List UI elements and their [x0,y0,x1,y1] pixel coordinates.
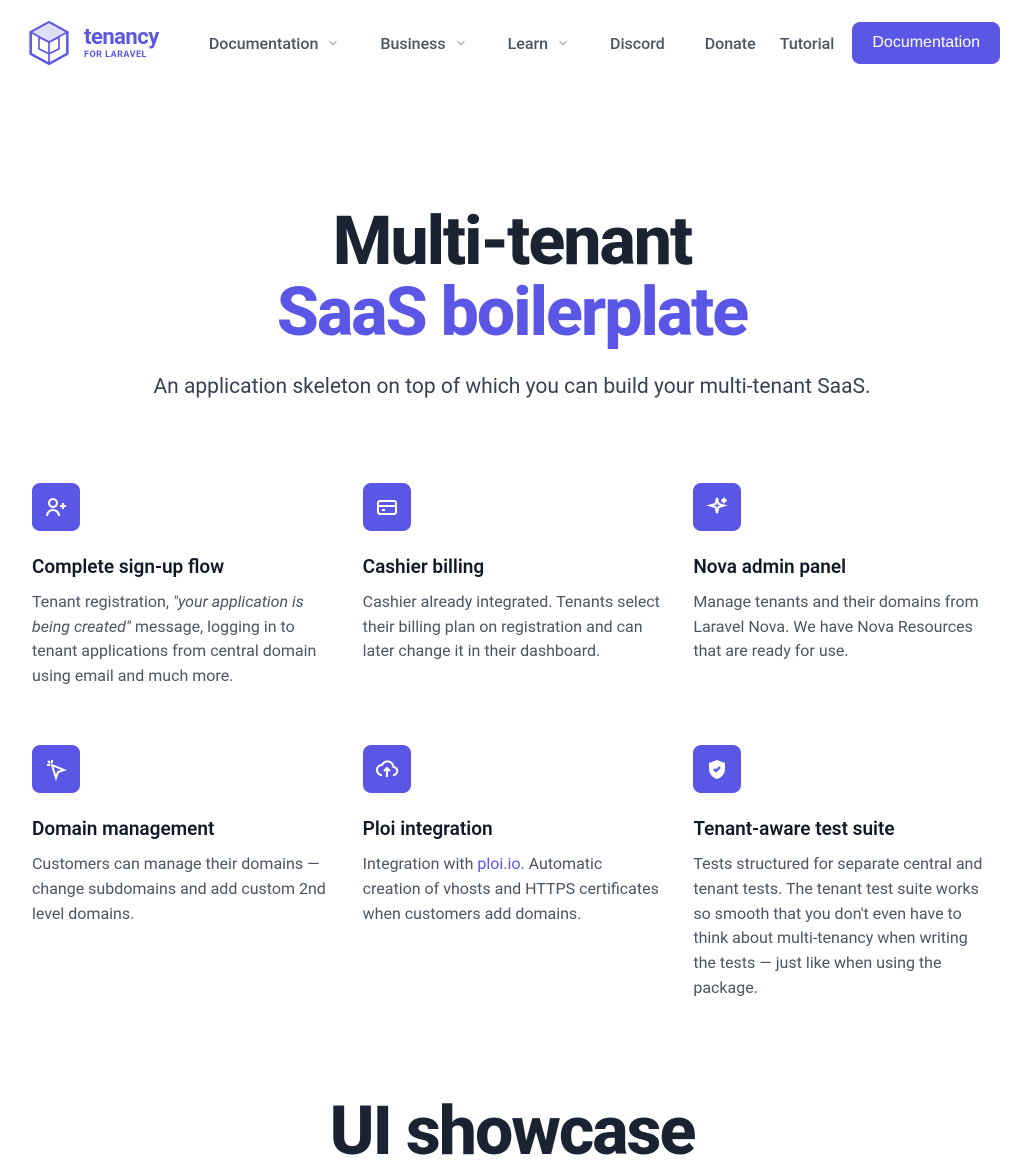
logo-subtitle: FOR LARAVEL [84,51,159,60]
feature-title: Nova admin panel [693,555,992,578]
chevron-down-icon [326,36,340,50]
showcase-section: UI showcase [0,1041,1024,1171]
nav-donate[interactable]: Donate [705,34,756,53]
feature-title: Complete sign-up flow [32,555,331,578]
logo[interactable]: tenancy FOR LARAVEL [24,18,159,68]
hero-subtitle: An application skeleton on top of which … [40,375,984,399]
nav-label: Documentation [209,34,319,53]
nav-documentation[interactable]: Documentation [209,34,341,53]
feature-title: Tenant-aware test suite [693,817,992,840]
showcase-title: UI showcase [0,1091,1024,1171]
credit-card-icon [363,483,411,531]
hero-title-line2: SaaS boilerplate [277,272,747,352]
nav-label: Discord [610,34,665,53]
user-plus-icon [32,483,80,531]
nav-business[interactable]: Business [380,34,467,53]
nav-learn[interactable]: Learn [508,34,570,53]
feature-title: Ploi integration [363,817,662,840]
ploi-link[interactable]: ploi.io [477,854,520,873]
nav-label: Donate [705,34,756,53]
cloud-upload-icon [363,745,411,793]
feature-signup: Complete sign-up flow Tenant registratio… [32,483,331,689]
feature-title: Cashier billing [363,555,662,578]
feature-ploi: Ploi integration Integration with ploi.i… [363,745,662,1001]
hero-title-line1: Multi-tenant [333,201,692,281]
logo-text: tenancy FOR LARAVEL [84,27,159,60]
features-grid: Complete sign-up flow Tenant registratio… [0,439,1024,1041]
logo-title: tenancy [84,27,159,49]
feature-domain: Domain management Customers can manage t… [32,745,331,1001]
feature-title: Domain management [32,817,331,840]
feature-test-suite: Tenant-aware test suite Tests structured… [693,745,992,1001]
chevron-down-icon [556,36,570,50]
feature-nova: Nova admin panel Manage tenants and thei… [693,483,992,689]
nav-right: Tutorial Documentation [780,22,1000,64]
nav-discord[interactable]: Discord [610,34,665,53]
main-nav: Documentation Business Learn Discord Don… [209,34,760,53]
feature-desc: Manage tenants and their domains from La… [693,590,992,664]
feature-desc: Tests structured for separate central an… [693,852,992,1001]
hero: Multi-tenant SaaS boilerplate An applica… [0,86,1024,439]
feature-desc: Tenant registration, "your application i… [32,590,331,689]
site-header: tenancy FOR LARAVEL Documentation Busine… [0,0,1024,86]
sparkles-icon [693,483,741,531]
chevron-down-icon [454,36,468,50]
tutorial-link[interactable]: Tutorial [780,34,835,53]
hero-title: Multi-tenant SaaS boilerplate [40,206,984,349]
feature-desc: Cashier already integrated. Tenants sele… [363,590,662,664]
nav-label: Business [380,34,445,53]
logo-cube-icon [24,18,74,68]
feature-desc: Customers can manage their domains — cha… [32,852,331,926]
feature-cashier: Cashier billing Cashier already integrat… [363,483,662,689]
nav-label: Learn [508,34,548,53]
cursor-click-icon [32,745,80,793]
shield-check-icon [693,745,741,793]
documentation-button[interactable]: Documentation [852,22,1000,64]
feature-desc: Integration with ploi.io. Automatic crea… [363,852,662,926]
